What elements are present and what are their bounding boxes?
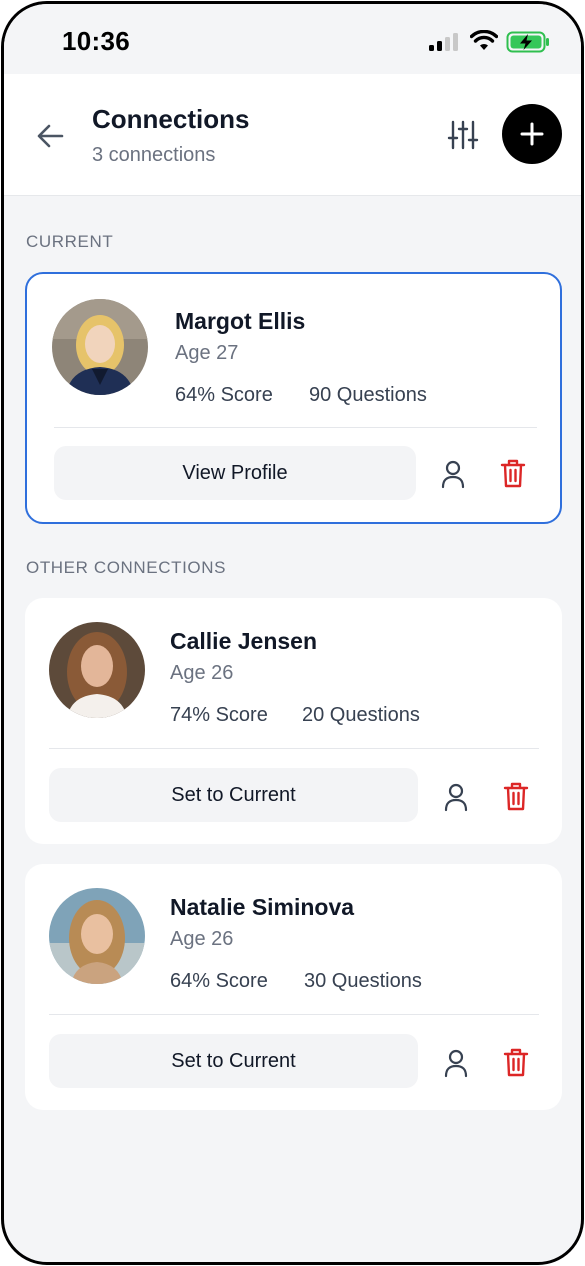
add-connection-button[interactable]	[502, 104, 562, 164]
person-icon[interactable]	[438, 459, 468, 489]
connection-age: Age 27	[175, 342, 239, 364]
connection-questions: 20 Questions	[302, 704, 420, 726]
connection-score: 64% Score	[170, 970, 268, 992]
battery-icon	[506, 31, 549, 53]
status-bar: 10:36	[4, 4, 581, 74]
avatar	[52, 299, 148, 395]
trash-icon[interactable]	[501, 1047, 531, 1077]
connection-name: Margot Ellis	[175, 308, 306, 334]
set-to-current-button[interactable]: Set to Current	[49, 768, 418, 822]
connection-questions: 90 Questions	[309, 384, 427, 406]
wifi-icon	[470, 30, 498, 50]
connections-count: 3 connections	[92, 144, 216, 166]
connection-name: Natalie Siminova	[170, 894, 355, 920]
connection-questions: 30 Questions	[304, 970, 422, 992]
status-time: 10:36	[62, 26, 130, 56]
person-icon[interactable]	[441, 782, 471, 812]
filter-sliders-icon[interactable]	[446, 118, 480, 152]
trash-icon[interactable]	[498, 458, 528, 488]
set-to-current-button[interactable]: Set to Current	[49, 1034, 418, 1088]
phone-frame: 10:36 Connections 3 connections CURRENT …	[1, 1, 584, 1265]
page-title: Connections	[92, 104, 250, 134]
connection-age: Age 26	[170, 662, 234, 684]
connection-age: Age 26	[170, 928, 234, 950]
section-label-other: OTHER CONNECTIONS	[26, 558, 227, 577]
connection-card: Callie Jensen Age 26 74% Score 20 Questi…	[25, 598, 562, 844]
connection-score: 64% Score	[175, 384, 273, 406]
card-divider	[54, 427, 537, 428]
plus-icon	[520, 122, 544, 146]
current-connection-card: Margot Ellis Age 27 64% Score 90 Questio…	[25, 272, 562, 524]
avatar	[49, 888, 145, 984]
person-icon[interactable]	[441, 1048, 471, 1078]
trash-icon[interactable]	[501, 781, 531, 811]
card-divider	[49, 748, 539, 749]
avatar	[49, 622, 145, 718]
section-label-current: CURRENT	[26, 232, 114, 251]
back-arrow-icon[interactable]	[32, 118, 68, 154]
view-profile-button[interactable]: View Profile	[54, 446, 416, 500]
connection-card: Natalie Siminova Age 26 64% Score 30 Que…	[25, 864, 562, 1110]
app-header: Connections 3 connections	[4, 74, 581, 196]
card-divider	[49, 1014, 539, 1015]
connection-name: Callie Jensen	[170, 628, 318, 654]
connection-score: 74% Score	[170, 704, 268, 726]
signal-icon	[429, 33, 458, 51]
